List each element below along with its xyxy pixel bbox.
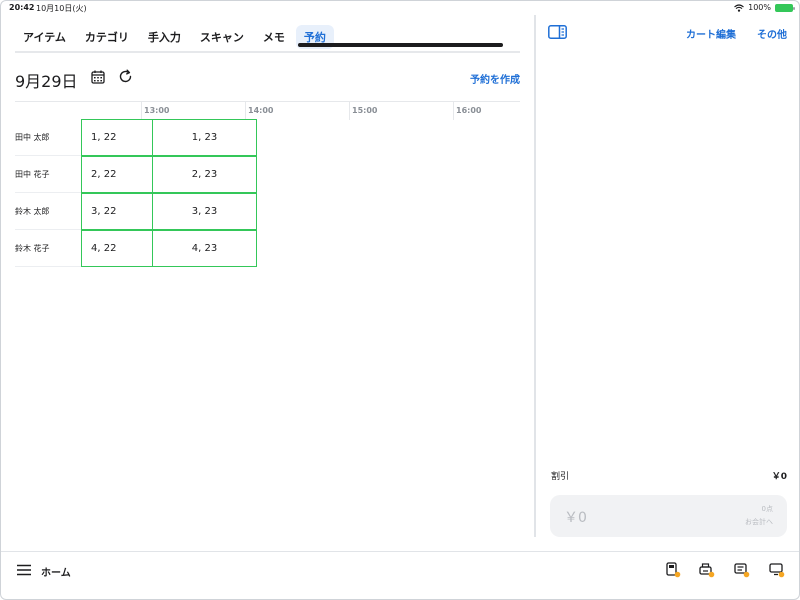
left-pane: アイテム カテゴリ 手入力 スキャン メモ 予約 9月29日 予約を作成 13:… [1,15,534,551]
staff-row: 鈴木 太郎 [15,193,81,230]
reservation-slot[interactable]: 2, 23 [152,156,257,193]
reservation-slot[interactable]: 1, 22 [81,119,153,156]
staff-row: 田中 太郎 [15,119,81,156]
staff-row: 田中 花子 [15,156,81,193]
calendar-icon[interactable] [91,70,105,84]
status-right: 100% [734,3,795,12]
schedule-date: 9月29日 [15,72,78,91]
staff-name: 田中 花子 [15,170,50,179]
home-button[interactable]: ホーム [41,564,71,579]
reservation-slot[interactable]: 4, 22 [81,230,153,267]
staff-row: 鈴木 花子 [15,230,81,267]
checkout-button[interactable]: ￥0 0点 お会計へ [550,495,787,537]
refresh-icon[interactable] [118,69,133,84]
discount-label: 割引 [551,472,570,482]
receipt-printer-icon[interactable] [699,562,715,578]
checkout-amount: ￥0 [564,510,587,526]
discount-value: ￥0 [771,472,787,482]
card-reader-icon[interactable] [665,562,681,578]
home-indicator [298,43,503,47]
time-tick: 15:00 [349,102,453,120]
time-header: 13:00 14:00 15:00 16:00 [15,101,520,120]
staff-name: 鈴木 花子 [15,244,50,253]
reservation-slot[interactable]: 3, 23 [152,193,257,230]
tab-items[interactable]: アイテム [15,25,74,49]
reservation-slot[interactable]: 1, 23 [152,119,257,156]
staff-name: 鈴木 太郎 [15,207,50,216]
time-tick: 14:00 [245,102,349,120]
menu-icon[interactable] [17,564,31,576]
tab-manual-entry[interactable]: 手入力 [140,25,189,49]
tabs-underline [15,51,520,53]
schedule-timeline: 13:00 14:00 15:00 16:00 田中 太郎 1, 22 1, 2… [15,101,520,286]
reservation-slot[interactable]: 2, 22 [81,156,153,193]
date-row: 9月29日 予約を作成 [15,68,520,91]
reservation-slot[interactable]: 4, 23 [152,230,257,267]
battery-icon [775,3,795,12]
tab-memo[interactable]: メモ [255,25,293,49]
tab-scan[interactable]: スキャン [192,25,252,49]
reservation-slot[interactable]: 3, 22 [81,193,153,230]
status-time: 20:42 [9,3,35,12]
status-date: 10月10日(火) [36,4,87,13]
wifi-icon [734,3,744,12]
cart-pane: カート編集 その他 割引 ￥0 ￥0 0点 お会計へ [536,15,799,551]
status-bar: 20:42 10月10日(火) 100% [1,1,799,15]
time-tick: 13:00 [141,102,245,120]
bottom-bar: ホーム [1,552,799,599]
customer-display-icon[interactable] [769,562,785,578]
battery-percent: 100% [748,3,771,12]
staff-name: 田中 太郎 [15,133,50,142]
create-reservation-button[interactable]: 予約を作成 [470,71,520,86]
split-view-icon[interactable] [548,25,567,39]
checkout-item-count: 0点 [761,505,773,513]
tab-bar: アイテム カテゴリ 手入力 スキャン メモ 予約 [15,25,337,49]
more-button[interactable]: その他 [757,26,787,41]
kitchen-printer-icon[interactable] [734,562,750,578]
checkout-label: お会計へ [745,518,773,526]
app-window: 20:42 10月10日(火) 100% アイテム カテゴリ 手入力 スキャン … [0,0,800,600]
edit-cart-button[interactable]: カート編集 [686,26,736,41]
time-tick: 16:00 [453,102,520,120]
tab-categories[interactable]: カテゴリ [77,25,137,49]
